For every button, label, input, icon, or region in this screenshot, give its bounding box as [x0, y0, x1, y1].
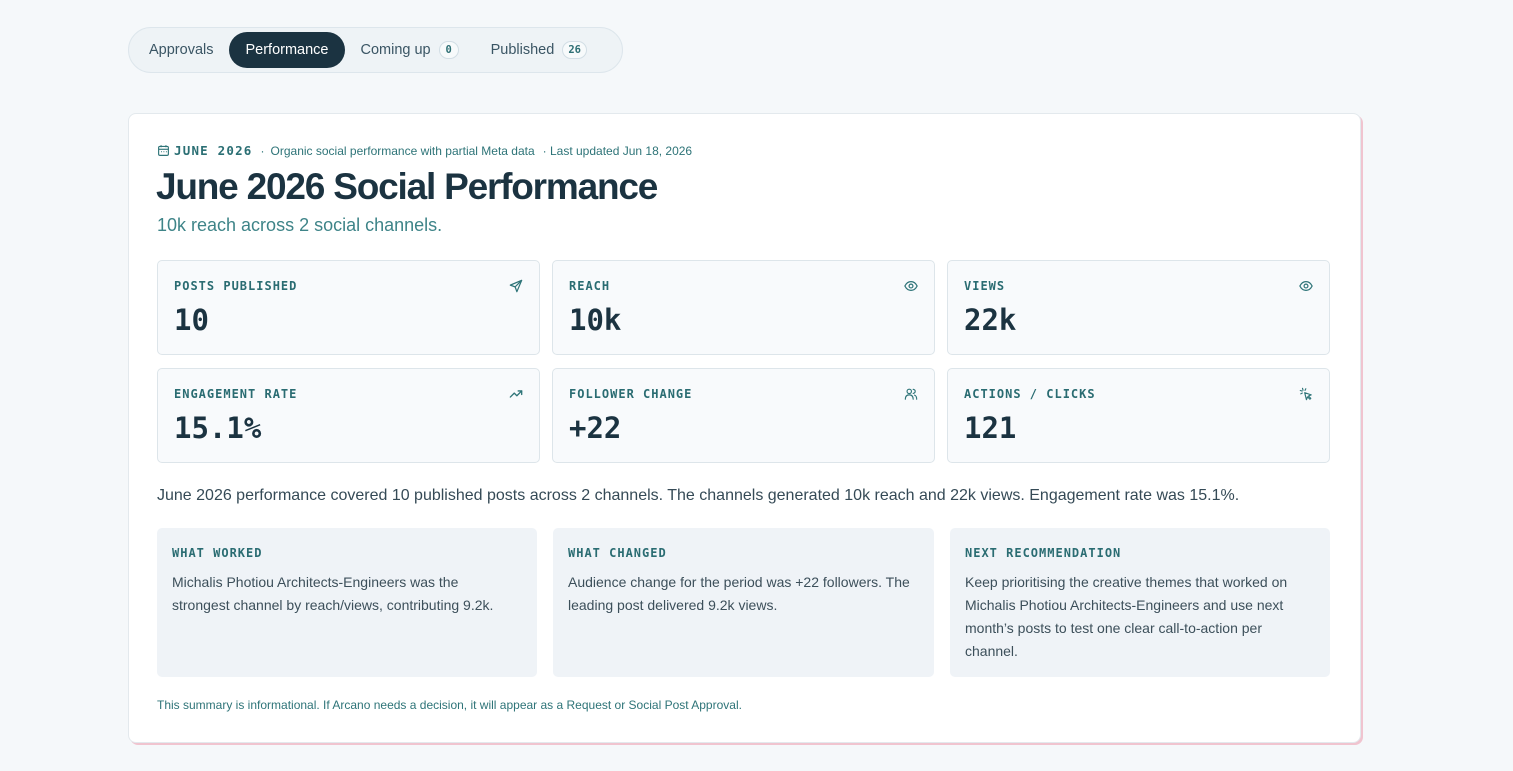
insight-next-recommendation: NEXT RECOMMENDATION Keep prioritising th…	[950, 528, 1330, 677]
stat-actions-clicks: ACTIONS / CLICKS 121	[947, 368, 1330, 463]
trending-up-icon	[509, 390, 523, 398]
pointer-click-icon	[1299, 387, 1312, 401]
eye-icon	[904, 281, 918, 291]
stat-label: ACTIONS / CLICKS	[964, 387, 1096, 401]
tab-label: Published	[490, 42, 555, 58]
stat-label: REACH	[569, 279, 611, 293]
tab-performance[interactable]: Performance	[229, 32, 345, 68]
tab-label: Approvals	[149, 42, 214, 58]
page-subtitle: 10k reach across 2 social channels.	[157, 215, 443, 235]
insight-what-changed: WHAT CHANGED Audience change for the per…	[553, 528, 934, 677]
performance-report-card: JUNE 2026 · Organic social performance w…	[128, 113, 1361, 743]
stat-value: 10k	[569, 303, 622, 337]
stat-value: 22k	[964, 303, 1017, 337]
tab-count-badge: 26	[562, 41, 587, 59]
insight-title: WHAT WORKED	[172, 546, 263, 560]
stat-engagement-rate: ENGAGEMENT RATE 15.1%	[157, 368, 540, 463]
insight-title: NEXT RECOMMENDATION	[965, 546, 1122, 560]
stat-posts-published: POSTS PUBLISHED 10	[157, 260, 540, 355]
view-tabs: Approvals Performance Coming up 0 Publis…	[128, 27, 623, 73]
insight-text: Keep prioritising the creative themes th…	[965, 574, 1288, 659]
tab-label: Performance	[245, 42, 329, 58]
report-meta: JUNE 2026 · Organic social performance w…	[157, 143, 692, 158]
stat-value: +22	[569, 411, 622, 445]
stat-follower-change: FOLLOWER CHANGE +22	[552, 368, 935, 463]
stat-label: ENGAGEMENT RATE	[174, 387, 298, 401]
stat-views: VIEWS 22k	[947, 260, 1330, 355]
performance-summary: June 2026 performance covered 10 publish…	[157, 487, 1240, 504]
tab-approvals[interactable]: Approvals	[133, 32, 229, 68]
disclaimer-footnote: This summary is informational. If Arcano…	[157, 698, 742, 712]
stat-label: VIEWS	[964, 279, 1006, 293]
stat-value: 121	[964, 411, 1017, 445]
stat-label: POSTS PUBLISHED	[174, 279, 298, 293]
stat-value: 10	[174, 303, 209, 337]
insight-text: Audience change for the period was +22 f…	[568, 574, 910, 613]
stat-reach: REACH 10k	[552, 260, 935, 355]
insight-title: WHAT CHANGED	[568, 546, 667, 560]
stat-value: 15.1%	[174, 411, 262, 445]
report-month: JUNE 2026	[174, 143, 253, 158]
send-icon	[509, 279, 523, 293]
calendar-icon	[158, 145, 169, 156]
tab-coming-up[interactable]: Coming up 0	[345, 32, 475, 68]
report-description: Organic social performance with partial …	[270, 143, 535, 158]
meta-separator: ·	[260, 143, 265, 158]
insight-what-worked: WHAT WORKED Michalis Photiou Architects-…	[157, 528, 537, 677]
last-updated: · Last updated Jun 18, 2026	[542, 143, 693, 158]
tab-count-badge: 0	[438, 41, 459, 59]
eye-icon	[1299, 281, 1313, 291]
tab-published[interactable]: Published 26	[475, 32, 603, 68]
stat-label: FOLLOWER CHANGE	[569, 387, 693, 401]
users-icon	[904, 388, 918, 400]
page-title: June 2026 Social Performance	[156, 166, 658, 207]
insight-text: Michalis Photiou Architects-Engineers wa…	[172, 574, 494, 613]
tab-label: Coming up	[360, 42, 431, 58]
